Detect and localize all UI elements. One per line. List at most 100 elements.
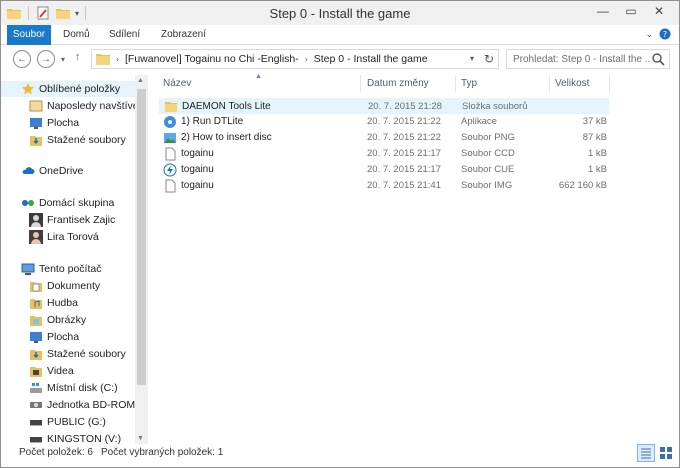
nav-favorites[interactable]: Oblíbené položky [1,81,135,97]
nav-item-user[interactable]: Lira Torová [1,229,135,245]
file-size: 87 kB [582,132,607,143]
tab-home[interactable]: Domů [55,25,98,45]
file-row[interactable]: 1) Run DTLite 20. 7. 2015 21:22 Aplikace… [159,114,609,130]
column-header-name[interactable]: Název [157,73,357,95]
nav-item-kingston-drive[interactable]: KINGSTON (V:) [1,431,135,444]
downloads-icon [30,136,42,146]
search-icon[interactable] [651,52,665,66]
forward-button[interactable]: → [37,50,55,68]
file-date: 20. 7. 2015 21:22 [367,116,441,127]
nav-item-videos[interactable]: Videa [1,363,135,379]
nav-item-desktop[interactable]: Plocha [1,329,135,345]
nav-label: Místní disk (C:) [47,382,118,394]
file-row[interactable]: togainu 20. 7. 2015 21:41 Soubor IMG 662… [159,178,609,194]
navigation-pane-scrollbar[interactable]: ▲ ▼ [135,75,148,444]
column-divider[interactable] [609,75,610,93]
file-date: 20. 7. 2015 21:17 [367,164,441,175]
arrow-right-icon: → [41,53,51,65]
title-bar: ▾ Step 0 - Install the game — ▭ ✕ [1,1,679,25]
nav-item-music[interactable]: Hudba [1,295,135,311]
close-button[interactable]: ✕ [645,1,673,21]
nav-item-desktop[interactable]: Plocha [1,115,135,131]
file-row[interactable]: togainu 20. 7. 2015 21:17 Soubor CCD 1 k… [159,146,609,162]
folder-icon [165,102,177,112]
file-date: 20. 7. 2015 21:28 [368,101,442,112]
pictures-folder-icon [30,316,42,326]
file-name: togainu [181,164,214,175]
large-icons-view-button[interactable] [657,444,675,462]
search-box[interactable]: Prohledat: Step 0 - Install the ... [506,49,670,69]
homegroup-icon [22,200,34,206]
file-type: Soubor IMG [461,180,513,191]
navigation-pane: Oblíbené položky Naposledy navštíven Plo… [1,75,149,444]
nav-label: Dokumenty [47,280,101,292]
recent-locations-icon[interactable]: ▾ [61,55,65,64]
expand-ribbon-icon[interactable]: ⌄ [645,29,653,40]
breadcrumb-parent[interactable]: [Fuwanovel] Togainu no Chi -English- [125,53,299,65]
status-bar: Počet položek: 6 Počet vybraných položek… [1,444,679,467]
column-header-size[interactable]: Velikost [549,73,609,95]
nav-item-bd-rom[interactable]: Jednotka BD-ROM (D [1,397,135,413]
file-name: 1) Run DTLite [181,116,244,127]
file-list: ▲ Název Datum změny Typ Velikost DAEMON … [153,73,679,444]
nav-label: Obrázky [47,314,87,326]
selected-count: Počet vybraných položek: 1 [101,447,224,458]
downloads-icon [30,350,42,360]
ribbon-controls: ⌄ ? [645,28,671,40]
column-header-date[interactable]: Datum změny [361,73,455,95]
address-history-dropdown-icon[interactable]: ▾ [470,54,474,63]
tab-share[interactable]: Sdílení [101,25,148,45]
help-icon[interactable]: ? [659,28,671,40]
up-arrow-icon[interactable]: ↑ [75,51,81,63]
nav-item-recent[interactable]: Naposledy navštíven [1,98,135,114]
file-size: 662 160 kB [558,180,607,191]
explorer-window: ▾ Step 0 - Install the game — ▭ ✕ Soubor… [0,0,680,468]
documents-folder-icon [30,282,42,292]
scroll-down-icon[interactable]: ▼ [137,435,144,442]
nav-label: Naposledy navštíven [47,100,135,112]
music-folder-icon [30,299,42,309]
ribbon: Soubor Domů Sdílení Zobrazení ⌄ ? [1,25,679,45]
chevron-right-icon[interactable]: › [305,54,308,64]
nav-homegroup[interactable]: Domácí skupina [1,195,135,211]
column-header-type[interactable]: Typ [455,73,549,95]
navigation-bar: ← → ▾ ↑ › [Fuwanovel] Togainu no Chi -En… [1,46,679,72]
nav-item-downloads[interactable]: Stažené soubory [1,132,135,148]
tab-view[interactable]: Zobrazení [153,25,214,45]
nav-item-user[interactable]: Frantisek Zajic [1,212,135,228]
search-placeholder[interactable]: Prohledat: Step 0 - Install the ... [507,54,651,65]
large-icons-view-icon [660,447,672,459]
refresh-icon[interactable]: ↻ [484,52,494,66]
application-icon [164,116,176,128]
breadcrumb-current[interactable]: Step 0 - Install the game [314,53,428,65]
minimize-button[interactable]: — [589,1,617,21]
nav-onedrive[interactable]: OneDrive [1,163,135,179]
details-view-button[interactable] [637,444,655,462]
user-avatar-icon [29,213,43,227]
back-button[interactable]: ← [13,50,31,68]
address-bar[interactable]: › [Fuwanovel] Togainu no Chi -English- ›… [91,49,499,69]
nav-this-pc[interactable]: Tento počítač [1,261,135,277]
maximize-button[interactable]: ▭ [617,1,645,21]
file-type: Soubor CCD [461,148,515,159]
nav-item-downloads[interactable]: Stažené soubory [1,346,135,362]
nav-label: Plocha [47,117,80,129]
nav-item-local-disk[interactable]: Místní disk (C:) [1,380,135,396]
file-name: togainu [181,180,214,191]
scrollbar-thumb[interactable] [137,89,146,385]
recent-places-icon [29,100,43,112]
file-row[interactable]: togainu 20. 7. 2015 21:17 Soubor CUE 1 k… [159,162,609,178]
usb-drive-icon [30,437,42,443]
file-row[interactable]: 2) How to insert disc 20. 7. 2015 21:22 … [159,130,609,146]
nav-item-public-drive[interactable]: PUBLIC (G:) [1,414,135,430]
optical-drive-icon [30,402,42,408]
tab-file[interactable]: Soubor [7,25,51,45]
nav-item-documents[interactable]: Dokumenty [1,278,135,294]
file-row[interactable]: DAEMON Tools Lite 20. 7. 2015 21:28 Slož… [159,98,609,114]
file-size: 1 kB [587,148,607,159]
chevron-right-icon[interactable]: › [116,54,119,64]
nav-label: Hudba [47,297,78,309]
scroll-up-icon[interactable]: ▲ [137,77,144,84]
file-date: 20. 7. 2015 21:22 [367,132,441,143]
nav-item-pictures[interactable]: Obrázky [1,312,135,328]
